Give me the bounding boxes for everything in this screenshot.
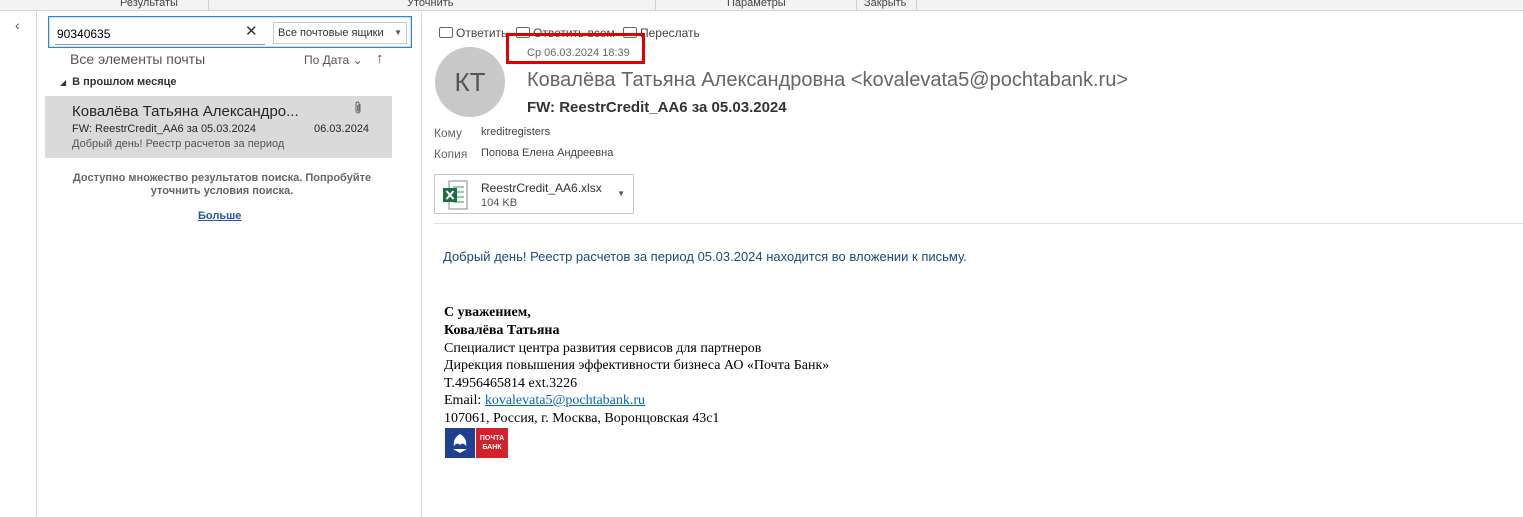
attachment-size: 104 KB <box>481 197 518 209</box>
ribbon-group-options: Параметры <box>727 0 786 9</box>
message-list-pane: ✕ Все почтовые ящики ▼ Все элементы почт… <box>38 12 422 517</box>
message-preview: Добрый день! Реестр расчетов за период <box>72 138 285 150</box>
signature-email-link[interactable]: kovalevata5@pochtabank.ru <box>485 393 645 408</box>
folder-pane: ‹ <box>0 12 37 517</box>
signature-greeting: С уважением, <box>444 305 531 320</box>
group-header[interactable]: ◢ В прошлом месяце <box>60 76 177 88</box>
message-subject: FW: ReestrCredit_AA6 за 05.03.2024 <box>72 123 256 135</box>
message-date: 06.03.2024 <box>314 123 370 135</box>
search-scope-value: Все почтовые ящики <box>278 27 384 39</box>
ribbon-group-results: Результаты <box>120 0 178 9</box>
ribbon-group-close: Закрыть <box>864 0 907 9</box>
list-title: Все элементы почты <box>70 51 206 67</box>
signature-name: Ковалёва Татьяна <box>444 323 560 338</box>
avatar: КТ <box>435 47 505 117</box>
expand-folder-pane-icon[interactable]: ‹ <box>15 18 29 32</box>
reply-label: Ответить <box>456 26 508 40</box>
sort-by-label: По Дата <box>304 53 350 67</box>
message-body: Добрый день! Реестр расчетов за период 0… <box>443 249 967 264</box>
svg-text:БАНК: БАНК <box>482 444 502 451</box>
ribbon-group-labels: Результаты Уточнить Параметры Закрыть <box>0 0 1523 11</box>
to-recipient[interactable]: kreditregisters <box>481 126 550 138</box>
signature-email-line: Email: kovalevata5@pochtabank.ru <box>444 393 645 409</box>
header-divider <box>434 223 1523 224</box>
forward-label: Переслать <box>640 26 700 40</box>
signature-position: Специалист центра развития сервисов для … <box>444 341 762 356</box>
reply-icon <box>439 27 453 38</box>
more-results-note: Доступно множество результатов поиска. П… <box>72 172 372 197</box>
message-subject-heading: FW: ReestrCredit_AA6 за 05.03.2024 <box>527 99 787 116</box>
attachment-card[interactable]: ReestrCredit_AA6.xlsx 104 KB ▼ <box>434 174 634 214</box>
sender-line[interactable]: Ковалёва Татьяна Александровна <kovaleva… <box>527 69 1128 92</box>
signature-department: Дирекция повышения эффективности бизнеса… <box>444 358 830 373</box>
reply-button[interactable]: Ответить <box>439 26 507 40</box>
collapse-triangle-icon: ◢ <box>60 78 67 87</box>
highlight-annotation <box>506 33 645 64</box>
ribbon-separator <box>916 0 917 10</box>
ribbon-separator <box>208 0 209 10</box>
excel-file-icon <box>443 180 468 210</box>
signature-email-label: Email: <box>444 393 485 408</box>
to-label: Кому <box>434 126 463 140</box>
more-results-link[interactable]: Больше <box>198 210 241 222</box>
chevron-down-icon: ▼ <box>394 28 402 37</box>
cc-label: Копия <box>434 147 468 161</box>
list-item[interactable]: Ковалёва Татьяна Александро... FW: Reest… <box>45 96 392 158</box>
signature-phone: T.4956465814 ext.3226 <box>444 376 578 391</box>
ribbon-separator <box>856 0 857 10</box>
ribbon-separator <box>655 0 656 10</box>
message-sender: Ковалёва Татьяна Александро... <box>72 103 299 120</box>
chevron-down-icon[interactable]: ▼ <box>617 189 625 198</box>
search-input[interactable] <box>55 23 265 45</box>
sort-direction-arrow-icon[interactable]: ↑ <box>376 50 384 67</box>
pochta-bank-logo: ПОЧТА БАНК <box>445 428 508 458</box>
group-label: В прошлом месяце <box>72 76 177 88</box>
attachment-name: ReestrCredit_AA6.xlsx <box>481 181 602 195</box>
svg-text:ПОЧТА: ПОЧТА <box>480 435 504 442</box>
chevron-down-icon: ⌄ <box>352 53 363 67</box>
cc-recipient[interactable]: Попова Елена Андреевна <box>481 147 613 159</box>
search-box: ✕ Все почтовые ящики ▼ <box>48 16 412 48</box>
search-scope-dropdown[interactable]: Все почтовые ящики ▼ <box>273 22 407 44</box>
ribbon-group-refine: Уточнить <box>407 0 454 9</box>
clear-search-icon[interactable]: ✕ <box>245 24 258 40</box>
paperclip-icon <box>353 101 363 118</box>
signature-address: 107061, Россия, г. Москва, Воронцовская … <box>444 411 720 426</box>
sort-by-dropdown[interactable]: По Дата ⌄ <box>304 53 363 67</box>
reading-pane: Ответить Ответить всем Переслать Ср 06.0… <box>423 12 1523 517</box>
